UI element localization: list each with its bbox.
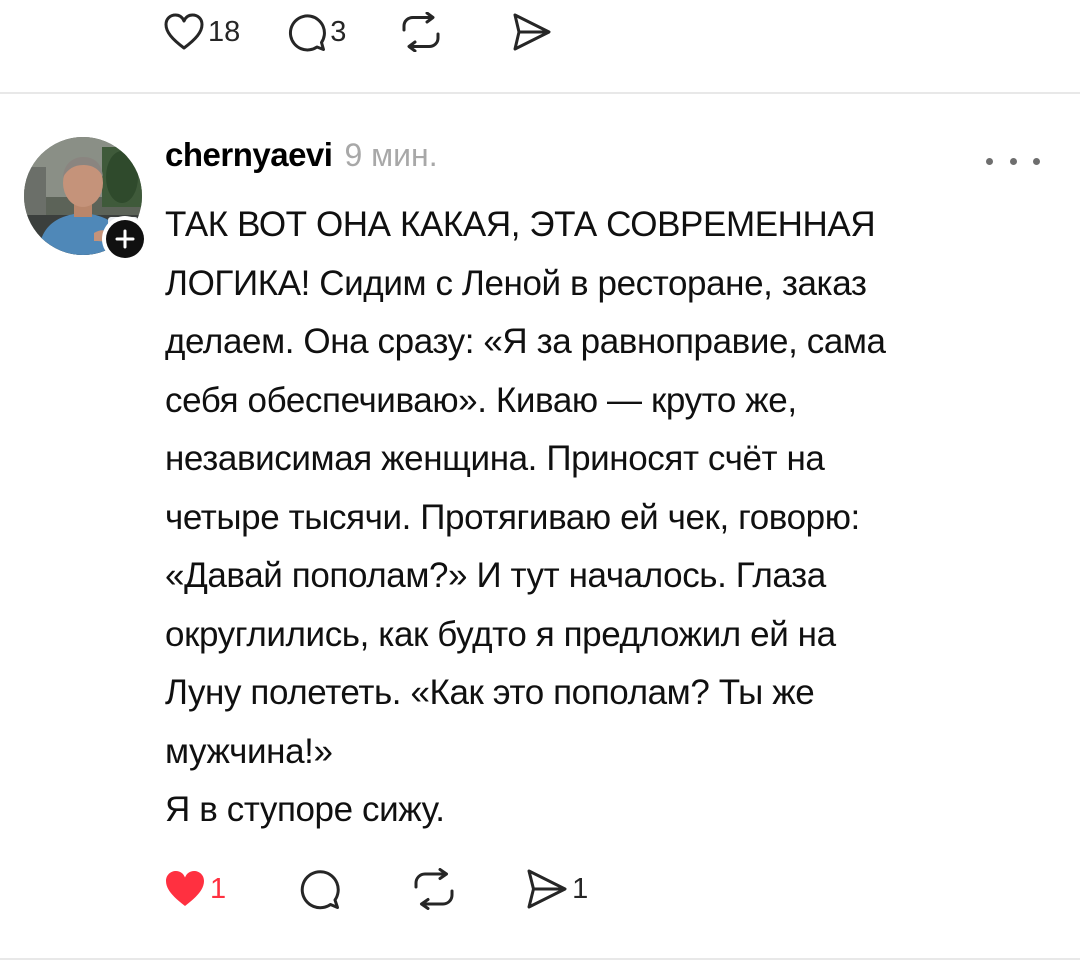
like-count: 18	[208, 15, 241, 48]
username[interactable]: chernyaevi	[165, 136, 333, 174]
reply-button[interactable]	[298, 868, 340, 910]
repost-icon	[402, 12, 440, 52]
repost-button[interactable]	[400, 12, 442, 52]
follow-button[interactable]	[102, 216, 148, 262]
share-button[interactable]	[510, 12, 552, 52]
more-icon	[986, 157, 993, 165]
post-header: chernyaevi 9 мин.	[165, 136, 438, 182]
reply-count: 3	[330, 15, 347, 48]
post-text: ТАК ВОТ ОНА КАКАЯ, ЭТА СОВРЕМЕННАЯ ЛОГИК…	[165, 205, 886, 829]
like-count: 1	[210, 872, 227, 905]
previous-post-actions: 18 3	[164, 8, 552, 56]
heart-icon	[166, 871, 204, 906]
timestamp: 9 мин.	[344, 137, 438, 173]
more-icon-dot	[1033, 157, 1040, 165]
share-button[interactable]: 1	[524, 868, 588, 910]
post-divider	[0, 958, 1080, 960]
like-button[interactable]: 18	[164, 13, 240, 51]
plus-icon	[115, 229, 135, 249]
more-options-button[interactable]	[986, 146, 1040, 176]
share-count: 1	[572, 872, 589, 905]
more-icon-dot	[1009, 157, 1017, 165]
follow-badge-circle	[106, 220, 144, 258]
send-icon	[513, 13, 551, 51]
comment-icon	[289, 14, 327, 52]
like-button[interactable]: 1	[164, 869, 226, 909]
repost-button[interactable]	[412, 868, 456, 910]
reply-button[interactable]: 3	[286, 12, 346, 52]
post-divider	[0, 92, 1080, 94]
post-actions: 1 1	[164, 864, 588, 914]
repost-icon	[414, 868, 454, 910]
comment-icon	[300, 870, 340, 910]
send-icon	[527, 869, 567, 909]
heart-icon	[164, 13, 204, 50]
